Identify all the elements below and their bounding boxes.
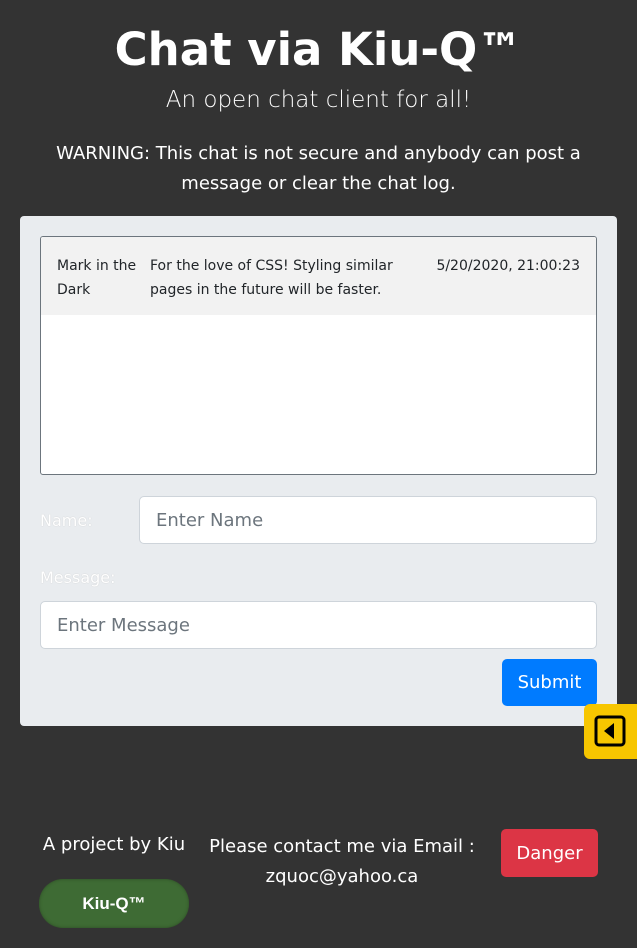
message-author: Mark in the Dark	[57, 258, 137, 298]
contact-text: Please contact me via Email :	[209, 836, 475, 857]
caret-left-square-icon	[594, 715, 626, 747]
footer-contact: Please contact me via Email : zquoc@yaho…	[204, 832, 480, 892]
submit-button[interactable]: Submit	[502, 659, 597, 706]
contact-email[interactable]: zquoc@yahoo.ca	[204, 862, 480, 892]
name-label: Name:	[40, 511, 93, 530]
page-subtitle: An open chat client for all!	[165, 87, 472, 113]
message-input[interactable]	[40, 601, 597, 649]
kiu-q-logo-button[interactable]: Kiu-Q™	[39, 879, 189, 928]
message-label: Message:	[40, 568, 116, 587]
danger-button[interactable]: Danger	[501, 829, 598, 877]
chat-card: Mark in the Dark For the love of CSS! St…	[20, 216, 617, 726]
security-warning: WARNING: This chat is not secure and any…	[56, 143, 581, 194]
message-text: For the love of CSS! Styling similar pag…	[150, 258, 393, 298]
sidebar-toggle-tab[interactable]	[584, 704, 637, 759]
chat-log[interactable]: Mark in the Dark For the love of CSS! St…	[40, 236, 597, 475]
footer-project-text: A project by Kiu	[42, 834, 186, 855]
name-input[interactable]	[139, 496, 597, 544]
chat-message-row: Mark in the Dark For the love of CSS! St…	[41, 237, 596, 315]
message-timestamp: 5/20/2020, 21:00:23	[436, 258, 580, 274]
page-title: Chat via Kiu-Q™	[114, 23, 523, 76]
